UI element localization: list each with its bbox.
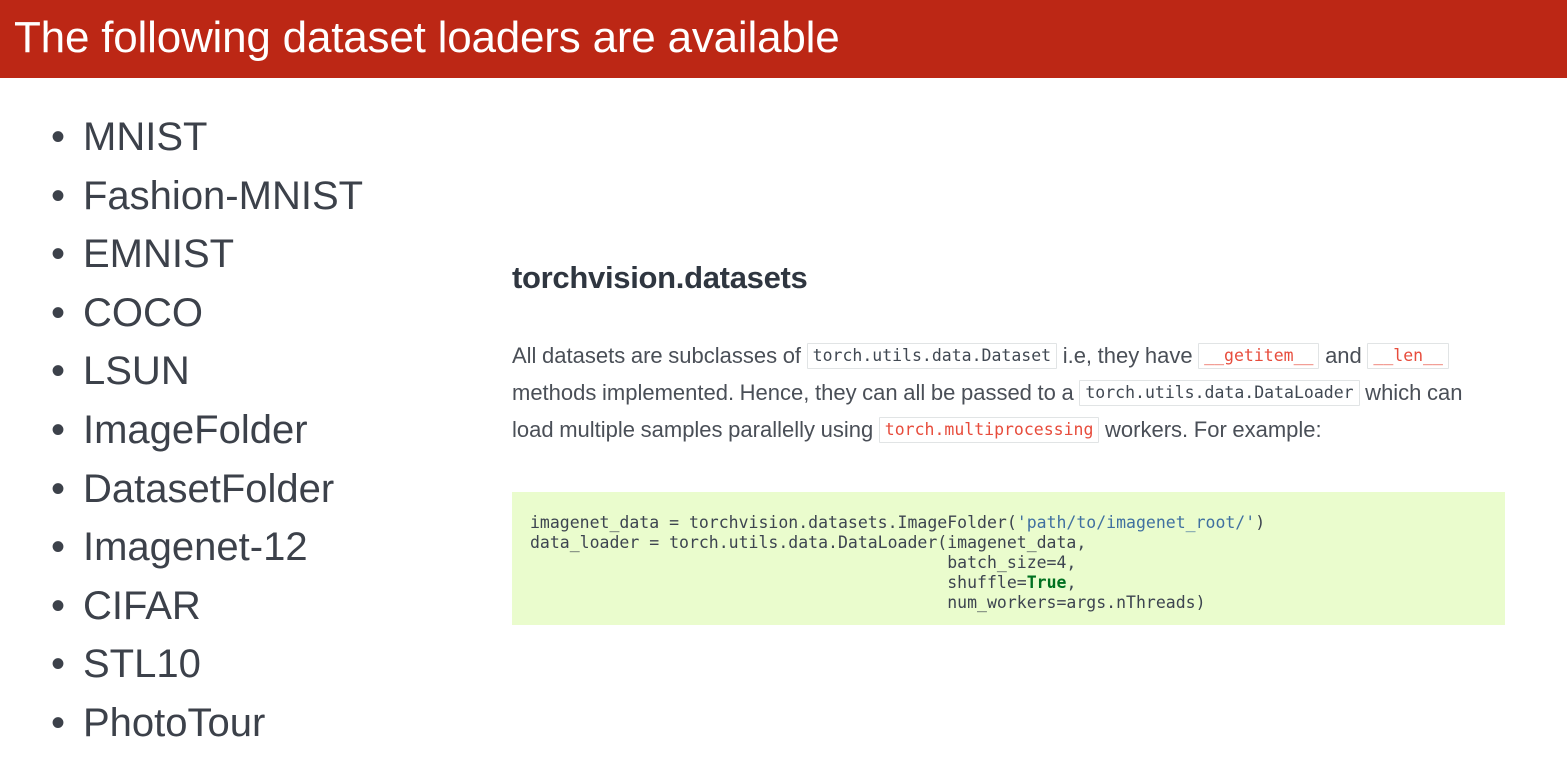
bullet-icon: •: [51, 642, 66, 687]
list-item: • PhotoTour: [40, 694, 470, 753]
inline-code-len: __len__: [1367, 343, 1449, 369]
code-line-5: num_workers=args.nThreads): [530, 593, 1206, 612]
list-item-label: Fashion-MNIST: [83, 173, 364, 218]
list-item: • CIFAR: [40, 577, 470, 636]
bullet-icon: •: [51, 583, 66, 628]
list-item: • ImageFolder: [40, 401, 470, 460]
bullet-icon: •: [51, 173, 66, 218]
inline-code-dataset: torch.utils.data.Dataset: [806, 343, 1058, 369]
list-item-label: STL10: [83, 642, 201, 687]
list-item-label: LSUN: [83, 349, 190, 394]
bullet-icon: •: [51, 466, 66, 511]
bullet-icon: •: [51, 290, 66, 335]
list-item: • MNIST: [40, 108, 470, 167]
doc-text-segment: methods implemented. Hence, they can all…: [512, 380, 1080, 405]
code-line-2: data_loader = torch.utils.data.DataLoade…: [530, 533, 1087, 552]
inline-code-multiprocessing: torch.multiprocessing: [878, 417, 1100, 443]
inline-code-dataloader: torch.utils.data.DataLoader: [1079, 380, 1360, 406]
list-item: • Imagenet-12: [40, 518, 470, 577]
code-line-1-call: imagenet_data = torchvision.datasets.Ima…: [530, 513, 1017, 532]
bullet-icon: •: [51, 232, 66, 277]
list-item-label: PhotoTour: [83, 700, 266, 745]
bullet-icon: •: [51, 407, 66, 452]
inline-code-getitem: __getitem__: [1198, 343, 1320, 369]
doc-text-segment: workers. For example:: [1099, 417, 1322, 442]
list-item-label: CIFAR: [83, 583, 201, 628]
list-item: • COCO: [40, 284, 470, 343]
bullet-icon: •: [51, 349, 66, 394]
list-item: • LSUN: [40, 342, 470, 401]
list-item: • Fashion-MNIST: [40, 167, 470, 226]
list-item-label: EMNIST: [83, 232, 235, 277]
slide-title-bar: The following dataset loaders are availa…: [0, 0, 1567, 78]
code-content: imagenet_data = torchvision.datasets.Ima…: [530, 513, 1505, 613]
list-item-label: ImageFolder: [83, 407, 308, 452]
list-item: • DatasetFolder: [40, 460, 470, 519]
dataset-loader-list: • MNIST • Fashion-MNIST • EMNIST • COCO • LSU…: [40, 108, 470, 753]
doc-paragraph: All datasets are subclasses of torch.uti…: [512, 337, 1508, 448]
list-item-label: MNIST: [83, 115, 208, 159]
page-title: The following dataset loaders are availa…: [14, 13, 840, 62]
code-string-literal: 'path/to/imagenet_root/': [1016, 513, 1256, 532]
list-item-label: Imagenet-12: [83, 525, 308, 570]
list-item-label: COCO: [83, 290, 203, 335]
doc-text-segment: i.e, they have: [1057, 343, 1199, 368]
list-item: • EMNIST: [40, 225, 470, 284]
doc-heading: torchvision.datasets: [512, 260, 808, 295]
example-code-block: imagenet_data = torchvision.datasets.Ima…: [512, 492, 1505, 625]
doc-text-segment: and: [1319, 343, 1368, 368]
bullet-icon: •: [51, 700, 66, 745]
code-line-1-close: ): [1255, 513, 1266, 532]
bullet-icon: •: [51, 115, 66, 159]
code-line-4-prefix: shuffle=: [530, 573, 1027, 592]
torchvision-doc-screenshot: torchvision.datasets All datasets are su…: [512, 262, 1512, 448]
list-item: • STL10: [40, 635, 470, 694]
code-line-3: batch_size=4,: [530, 553, 1077, 572]
doc-text-segment: All datasets are subclasses of: [512, 343, 807, 368]
list-item-label: DatasetFolder: [83, 466, 335, 511]
code-keyword-true: True: [1026, 573, 1067, 592]
bullet-icon: •: [51, 525, 66, 570]
code-line-4-suffix: ,: [1066, 573, 1077, 592]
